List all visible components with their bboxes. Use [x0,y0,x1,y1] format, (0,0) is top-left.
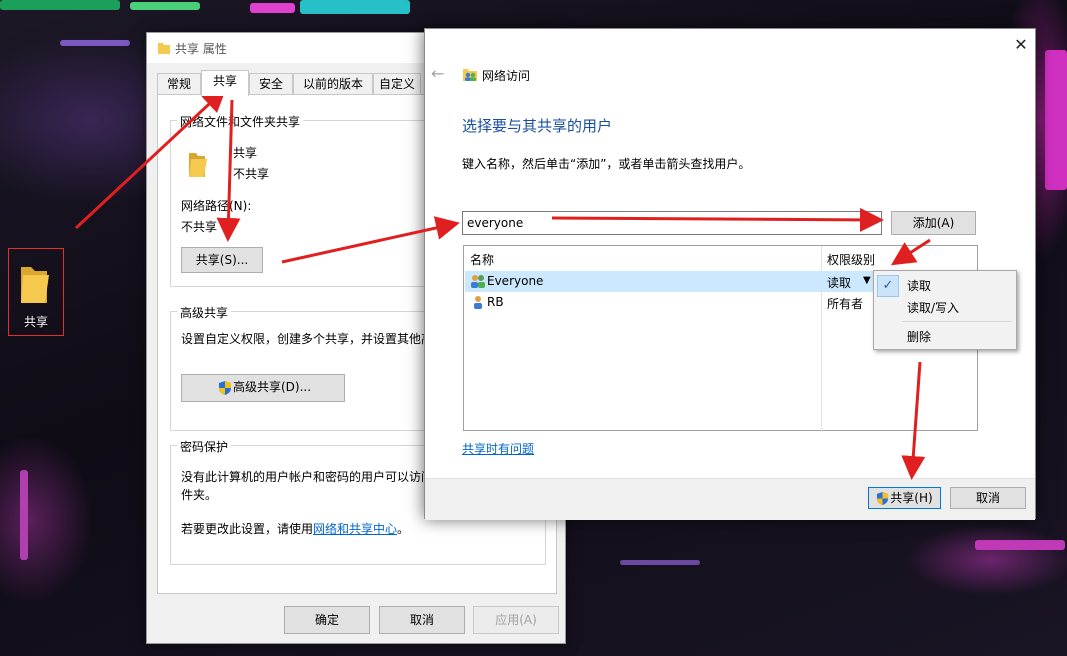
ok-button[interactable]: 确定 [284,606,370,634]
properties-title: 共享 属性 [175,42,227,56]
uac-shield-icon [876,492,889,505]
wallpaper-stroke [975,540,1065,550]
sharing-help-link[interactable]: 共享时有问题 [462,440,534,457]
wallpaper-stroke [250,3,295,13]
advanced-sharing-button[interactable]: 高级共享(D)... [181,374,345,402]
menu-item-read-write[interactable]: 读取/写入 [874,295,1016,317]
tab-sharing[interactable]: 共享 [201,70,249,96]
permission-context-menu: ✓ 读取 读取/写入 删除 [873,270,1017,350]
wallpaper-stroke [620,560,700,565]
menu-item-read[interactable]: ✓ 读取 [874,273,1016,297]
share-confirm-label: 共享(H) [890,491,933,505]
cancel-button[interactable]: 取消 [379,606,465,634]
uac-shield-icon [219,381,231,395]
column-header-permission[interactable]: 权限级别 [827,251,875,268]
network-group-title: 网络文件和文件夹共享 [177,113,304,130]
share-confirm-button[interactable]: 共享(H) [868,487,941,509]
wallpaper-stroke [0,0,120,10]
permission-level[interactable]: 所有者 [827,295,863,312]
desktop-folder-label: 共享 [23,315,48,329]
dialog-button-bar: 共享(H) 取消 [425,478,1035,520]
checkmark-icon: ✓ [877,275,899,297]
advanced-group-title: 高级共享 [177,304,232,321]
user-icon [474,296,482,309]
shared-item-status: 不共享 [233,167,270,181]
password-change-suffix: 。 [397,522,410,536]
wallpaper-stroke [300,0,410,14]
users-group-icon [471,275,485,288]
wallpaper-stroke [130,2,200,10]
network-access-instruction: 键入名称，然后单击“添加”，或者单击箭头查找用户。 [462,157,751,171]
menu-item-label: 删除 [907,330,932,344]
shared-item-name: 共享 [233,146,258,160]
close-icon[interactable]: ✕ [1011,35,1031,55]
network-path-value: 不共享 [181,220,218,234]
users-group-icon [463,69,477,81]
share-button[interactable]: 共享(S)... [181,247,263,273]
user-name: RB [487,295,504,309]
password-description-line2: 件夹。 [181,488,218,502]
wallpaper-stroke [60,40,130,46]
network-sharing-center-link[interactable]: 网络和共享中心 [313,522,397,536]
password-group-title: 密码保护 [177,438,232,455]
network-access-title: 网络访问 [482,69,531,83]
tab-customize[interactable]: 自定义 [373,73,421,95]
menu-item-label: 读取 [907,279,932,293]
user-name: Everyone [487,274,544,288]
tab-security[interactable]: 安全 [249,73,293,95]
advanced-sharing-button-label: 高级共享(D)... [232,380,312,394]
network-path-label: 网络路径(N): [181,199,252,213]
password-change-text: 若要更改此设置，请使用网络和共享中心。 [181,520,409,537]
apply-button[interactable]: 应用(A) [473,606,559,634]
network-cancel-button[interactable]: 取消 [950,487,1026,509]
tab-previous-versions[interactable]: 以前的版本 [293,73,373,95]
back-arrow-icon[interactable]: ← [431,65,449,83]
folder-icon [158,43,170,54]
menu-item-remove[interactable]: 删除 [874,324,1016,346]
column-header-name[interactable]: 名称 [470,251,494,268]
desktop-folder[interactable]: 共享 [8,248,64,336]
folder-icon [21,267,49,303]
menu-item-label: 读取/写入 [907,301,960,315]
user-name-input[interactable]: everyone [462,211,882,235]
dropdown-caret-icon[interactable]: ▼ [863,275,871,286]
tab-general[interactable]: 常规 [157,73,201,95]
wallpaper-stroke [1045,50,1067,190]
list-header: 名称 权限级别 [464,246,977,432]
wallpaper-stroke [20,470,28,560]
password-change-prefix: 若要更改此设置，请使用 [181,522,314,536]
permission-level[interactable]: 读取 [827,274,851,291]
network-access-heading: 选择要与其共享的用户 [462,117,613,135]
folder-icon [189,153,207,177]
add-button[interactable]: 添加(A) [891,211,976,235]
menu-divider [902,321,1012,322]
